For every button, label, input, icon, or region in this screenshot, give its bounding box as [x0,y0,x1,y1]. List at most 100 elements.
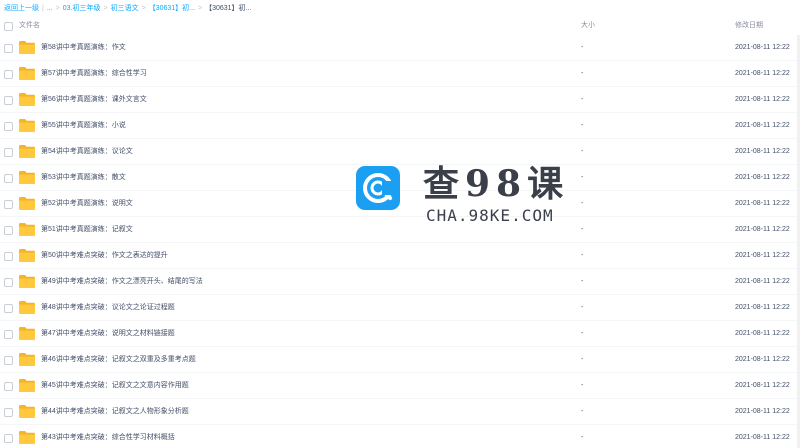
file-size: - [581,330,584,337]
breadcrumb-arrow: > [55,5,60,12]
file-row[interactable]: 第46讲中考难点突破：记叙文之双重及多重考点题 - 2021-08-11 12:22 [0,347,800,373]
folder-icon [19,379,35,392]
file-date: 2021-08-11 12:22 [735,200,790,207]
file-size: - [581,252,584,259]
select-all-checkbox[interactable] [4,22,13,31]
watermark-title: 查98课 [423,163,570,205]
row-checkbox[interactable] [4,96,13,105]
folder-icon [19,67,35,80]
watermark: 查98课 CHA.98KE.COM [356,163,566,234]
breadcrumb-item-subject[interactable]: 初三语文 [111,5,139,12]
file-date: 2021-08-11 12:22 [735,330,790,337]
back-link[interactable]: 返回上一级 [4,5,39,12]
file-name[interactable]: 第51讲中考真题演练：记叙文 [41,217,133,243]
file-date: 2021-08-11 12:22 [735,148,790,155]
row-checkbox[interactable] [4,330,13,339]
file-size: - [581,356,584,363]
column-header-date[interactable]: 修改日期 [735,17,763,35]
file-row[interactable]: 第44讲中考难点突破：记叙文之人物形象分析题 - 2021-08-11 12:22 [0,399,800,425]
file-name[interactable]: 第52讲中考真题演练：说明文 [41,191,133,217]
file-date: 2021-08-11 12:22 [735,278,790,285]
breadcrumb-arrow: > [141,5,146,12]
row-checkbox[interactable] [4,356,13,365]
breadcrumb-current: 【30631】初... [205,5,252,12]
file-date: 2021-08-11 12:22 [735,44,790,51]
file-size: - [581,226,584,233]
file-date: 2021-08-11 12:22 [735,252,790,259]
file-name[interactable]: 第49讲中考难点突破：作文之漂亮开头、结尾的写法 [41,269,203,295]
column-header-name[interactable]: 文件名 [19,17,40,35]
file-date: 2021-08-11 12:22 [735,226,790,233]
breadcrumb-ellipsis[interactable]: ... [47,5,53,12]
file-size: - [581,200,584,207]
file-size: - [581,382,584,389]
file-row[interactable]: 第43讲中考难点突破：综合性学习材料概括 - 2021-08-11 12:22 [0,425,800,448]
file-name[interactable]: 第57讲中考真题演练：综合性学习 [41,61,147,87]
breadcrumb-item-grade[interactable]: 03.初三年级 [63,5,101,12]
file-size: - [581,408,584,415]
file-row[interactable]: 第49讲中考难点突破：作文之漂亮开头、结尾的写法 - 2021-08-11 12:2… [0,269,800,295]
file-row[interactable]: 第45讲中考难点突破：记叙文之文意内容作用题 - 2021-08-11 12:22 [0,373,800,399]
file-name[interactable]: 第58讲中考真题演练：作文 [41,35,126,61]
file-row[interactable]: 第48讲中考难点突破：议论文之论证过程题 - 2021-08-11 12:22 [0,295,800,321]
folder-icon [19,197,35,210]
file-name[interactable]: 第46讲中考难点突破：记叙文之双重及多重考点题 [41,347,196,373]
file-size: - [581,304,584,311]
row-checkbox[interactable] [4,200,13,209]
file-name[interactable]: 第54讲中考真题演练：议论文 [41,139,133,165]
folder-icon [19,171,35,184]
row-checkbox[interactable] [4,304,13,313]
row-checkbox[interactable] [4,44,13,53]
file-size: - [581,70,584,77]
folder-icon [19,353,35,366]
file-date: 2021-08-11 12:22 [735,434,790,441]
file-size: - [581,122,584,129]
row-checkbox[interactable] [4,174,13,183]
file-size: - [581,44,584,51]
row-checkbox[interactable] [4,252,13,261]
row-checkbox[interactable] [4,226,13,235]
file-size: - [581,174,584,181]
file-row[interactable]: 第56讲中考真题演练：课外文言文 - 2021-08-11 12:22 [0,87,800,113]
file-name[interactable]: 第55讲中考真题演练：小说 [41,113,126,139]
folder-icon [19,145,35,158]
file-list-header: 文件名 大小 修改日期 [0,17,800,35]
row-checkbox[interactable] [4,148,13,157]
watermark-logo [356,166,400,210]
row-checkbox[interactable] [4,278,13,287]
breadcrumb: 返回上一级 |... >03.初三年级 > 初三语文 > 【30631】初... > 【3063… [4,2,251,16]
file-name[interactable]: 第50讲中考难点突破：作文之表达的提升 [41,243,168,269]
file-row[interactable]: 第57讲中考真题演练：综合性学习 - 2021-08-11 12:22 [0,61,800,87]
file-size: - [581,96,584,103]
file-name[interactable]: 第47讲中考难点突破：说明文之材料链接题 [41,321,175,347]
file-row[interactable]: 第58讲中考真题演练：作文 - 2021-08-11 12:22 [0,35,800,61]
file-name[interactable]: 第53讲中考真题演练：散文 [41,165,126,191]
folder-icon [19,41,35,54]
file-row[interactable]: 第50讲中考难点突破：作文之表达的提升 - 2021-08-11 12:22 [0,243,800,269]
row-checkbox[interactable] [4,382,13,391]
row-checkbox[interactable] [4,408,13,417]
file-row[interactable]: 第54讲中考真题演练：议论文 - 2021-08-11 12:22 [0,139,800,165]
file-name[interactable]: 第56讲中考真题演练：课外文言文 [41,87,147,113]
row-checkbox[interactable] [4,434,13,443]
file-name[interactable]: 第45讲中考难点突破：记叙文之文意内容作用题 [41,373,189,399]
breadcrumb-separator: | [42,5,44,12]
file-date: 2021-08-11 12:22 [735,408,790,415]
file-date: 2021-08-11 12:22 [735,382,790,389]
row-checkbox[interactable] [4,122,13,131]
file-name[interactable]: 第44讲中考难点突破：记叙文之人物形象分析题 [41,399,189,425]
file-row[interactable]: 第47讲中考难点突破：说明文之材料链接题 - 2021-08-11 12:22 [0,321,800,347]
folder-icon [19,93,35,106]
column-header-size[interactable]: 大小 [581,17,595,35]
breadcrumb-item-course[interactable]: 【30631】初... [149,5,195,12]
file-size: - [581,148,584,155]
file-row[interactable]: 第55讲中考真题演练：小说 - 2021-08-11 12:22 [0,113,800,139]
breadcrumb-arrow: > [103,5,108,12]
file-name[interactable]: 第43讲中考难点突破：综合性学习材料概括 [41,425,175,448]
folder-icon [19,119,35,132]
file-date: 2021-08-11 12:22 [735,122,790,129]
watermark-logo-icon [363,173,394,203]
row-checkbox[interactable] [4,70,13,79]
file-name[interactable]: 第48讲中考难点突破：议论文之论证过程题 [41,295,175,321]
breadcrumb-arrow: > [198,5,203,12]
